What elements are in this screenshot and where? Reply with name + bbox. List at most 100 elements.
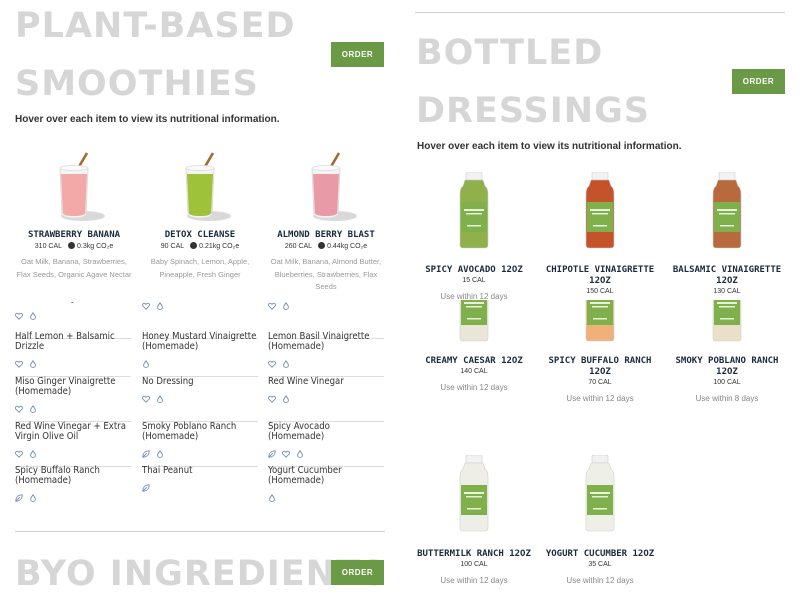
bottle-shelf-life: Use within 12 days — [440, 576, 508, 585]
drop-icon — [29, 489, 37, 502]
bottle-calories: 100 CAL — [713, 379, 741, 386]
dressing-icons — [142, 302, 258, 310]
smoothies-hover-note: Hover over each item to view its nutriti… — [15, 114, 280, 125]
globe-icon — [68, 242, 76, 249]
drop-icon — [29, 355, 37, 368]
smoothie-ingredients: Oat Milk, Banana, Almond Butter, Blueber… — [270, 257, 382, 291]
dressing-item[interactable]: No Dressing — [142, 377, 258, 422]
heart-icon — [268, 390, 276, 403]
smoothie-name: DETOX CLEANSE — [164, 230, 236, 240]
dressing-name: Thai Peanut — [142, 465, 193, 476]
smoothie-name: STRAWBERRY BANANA — [27, 230, 121, 240]
drop-icon — [282, 355, 290, 368]
heart-icon — [282, 445, 290, 458]
bottle-card[interactable]: SMOKY POBLANO RANCH 12OZ 100 CAL Use wit… — [667, 356, 787, 403]
smoothie-image — [311, 152, 357, 221]
bottled-title: BOTTLED DRESSINGS — [416, 33, 651, 131]
dressing-name: Honey Mustard Vinaigrette (Homemade) — [142, 331, 257, 352]
smoothie-card[interactable]: ALMOND BERRY BLAST 260 CAL 0.44kg CO₂e Oa… — [267, 150, 385, 294]
dressing-item[interactable]: Lemon Basil Vinaigrette (Homemade) — [268, 332, 384, 377]
drop-icon — [156, 302, 164, 310]
bottle-shelf-life: Use within 12 days — [440, 383, 508, 392]
bottle-card[interactable]: SPICY BUFFALO RANCH 12OZ 70 CAL Use with… — [540, 356, 660, 403]
smoothie-calories: 260 CAL — [284, 243, 313, 250]
bottled-hover-note: Hover over each item to view its nutriti… — [417, 141, 682, 152]
bottle-name: SMOKY POBLANO RANCH 12OZ — [675, 356, 779, 377]
leaf-icon — [142, 479, 150, 492]
dressing-icons — [268, 390, 384, 403]
smoothies-order-button[interactable]: ORDER — [331, 42, 384, 67]
bottle-name: SPICY AVOCADO 12OZ — [425, 265, 523, 275]
dressing-item[interactable]: Miso Ginger Vinaigrette (Homemade) — [15, 377, 131, 422]
bottle-card[interactable]: CHIPOTLE VINAIGRETTE 12OZ 150 CAL — [540, 265, 660, 295]
bottle-name: BALSAMIC VINAIGRETTE 12OZ — [672, 265, 782, 286]
bottle-card[interactable]: SPICY AVOCADO 12OZ 15 CAL Use within 12 … — [414, 265, 534, 301]
bottle-shelf-life: Use within 8 days — [695, 394, 759, 403]
bottle-name: BUTTERMILK RANCH 12OZ — [417, 549, 531, 559]
smoothie-card[interactable]: DETOX CLEANSE 90 CAL 0.21kg CO₂e Baby Spi… — [141, 150, 259, 281]
heart-icon — [15, 400, 23, 413]
dressing-item[interactable]: Honey Mustard Vinaigrette (Homemade) — [142, 332, 258, 377]
dressing-item[interactable]: Red Wine Vinegar + Extra Virgin Olive Oi… — [15, 422, 131, 467]
dressing-item[interactable]: Red Wine Vinegar — [268, 377, 384, 422]
bottle-image — [667, 172, 787, 250]
top-divider — [415, 12, 785, 13]
dressing-icons — [268, 355, 384, 368]
drop-icon — [29, 400, 37, 413]
dressing-name: Red Wine Vinegar + Extra Virgin Olive Oi… — [15, 421, 126, 442]
smoothie-card[interactable]: STRAWBERRY BANANA 310 CAL 0.3kg CO₂e Oat … — [15, 150, 133, 281]
smoothie-ingredients: Baby Spinach, Lemon, Apple, Pineapple, F… — [150, 257, 250, 279]
bottle-calories: 100 CAL — [460, 561, 488, 568]
drop-icon — [29, 445, 37, 458]
dressing-name: Half Lemon + Balsamic Drizzle — [15, 331, 115, 352]
section-divider — [15, 531, 385, 532]
dressing-list: Fresh Lemon Juice Half Lemon + Balsamic D… — [15, 302, 385, 502]
bottle-card[interactable]: BALSAMIC VINAIGRETTE 12OZ 130 CAL — [667, 265, 787, 295]
heart-icon — [268, 355, 276, 368]
bottle-image — [667, 300, 787, 343]
dressing-icons — [15, 489, 131, 502]
smoothie-co2: 0.44kg CO₂e — [327, 243, 368, 250]
drop-icon — [282, 302, 290, 310]
dressing-icons — [268, 445, 384, 458]
smoothie-calories: 90 CAL — [160, 243, 185, 250]
dressing-item[interactable]: Half Lemon + Balsamic Drizzle — [15, 332, 131, 377]
dressing-item[interactable]: Thai Peanut — [142, 466, 258, 502]
smoothie-meta: 90 CAL 0.21kg CO₂e — [141, 242, 259, 250]
bottle-image — [540, 172, 660, 250]
dressing-icons — [15, 307, 131, 320]
bottle-card[interactable]: BUTTERMILK RANCH 12OZ 100 CAL Use within… — [414, 549, 534, 585]
dressing-item[interactable]: Spicy Buffalo Ranch (Homemade) — [15, 466, 131, 502]
bottled-order-button[interactable]: ORDER — [732, 69, 785, 94]
dressing-item[interactable]: Spicy Avocado (Homemade) — [268, 422, 384, 467]
bottle-calories: 15 CAL — [462, 277, 486, 284]
heart-icon — [15, 445, 23, 458]
dressing-item[interactable]: Yogurt Cucumber (Homemade) — [268, 466, 384, 502]
globe-icon — [318, 242, 326, 249]
smoothie-ingredients: Oat Milk, Banana, Strawberries, Flax See… — [16, 257, 132, 279]
bottle-calories: 140 CAL — [460, 368, 488, 375]
drop-icon — [282, 390, 290, 403]
drop-icon — [156, 390, 164, 403]
dressing-icons — [15, 355, 131, 368]
bottle-card[interactable]: CREAMY CAESAR 12OZ 140 CAL Use within 12… — [414, 356, 534, 392]
bottle-shelf-life: Use within 12 days — [566, 394, 634, 403]
right-column: BOTTLED DRESSINGS ORDER Hover over each … — [400, 0, 800, 600]
byo-order-button[interactable]: ORDER — [331, 560, 384, 585]
dressing-name: Spicy Buffalo Ranch (Homemade) — [15, 465, 100, 486]
smoothie-co2: 0.3kg CO₂e — [77, 243, 114, 250]
bottle-image — [414, 455, 534, 533]
dressing-icons — [142, 355, 258, 368]
dressing-item[interactable]: Smoky Poblano Ranch (Homemade) — [142, 422, 258, 467]
dressing-icons — [268, 302, 384, 310]
dressing-icons — [142, 479, 258, 492]
smoothie-image — [59, 152, 105, 221]
heart-icon — [142, 302, 150, 310]
dressing-name: No Dressing — [142, 376, 194, 387]
smoothie-co2: 0.21kg CO₂e — [199, 243, 240, 250]
drop-icon — [296, 445, 304, 458]
heart-icon — [142, 390, 150, 403]
smoothie-name: ALMOND BERRY BLAST — [277, 230, 375, 240]
bottle-card[interactable]: YOGURT CUCUMBER 12OZ 35 CAL Use within 1… — [540, 549, 660, 585]
bottle-image — [414, 172, 534, 250]
